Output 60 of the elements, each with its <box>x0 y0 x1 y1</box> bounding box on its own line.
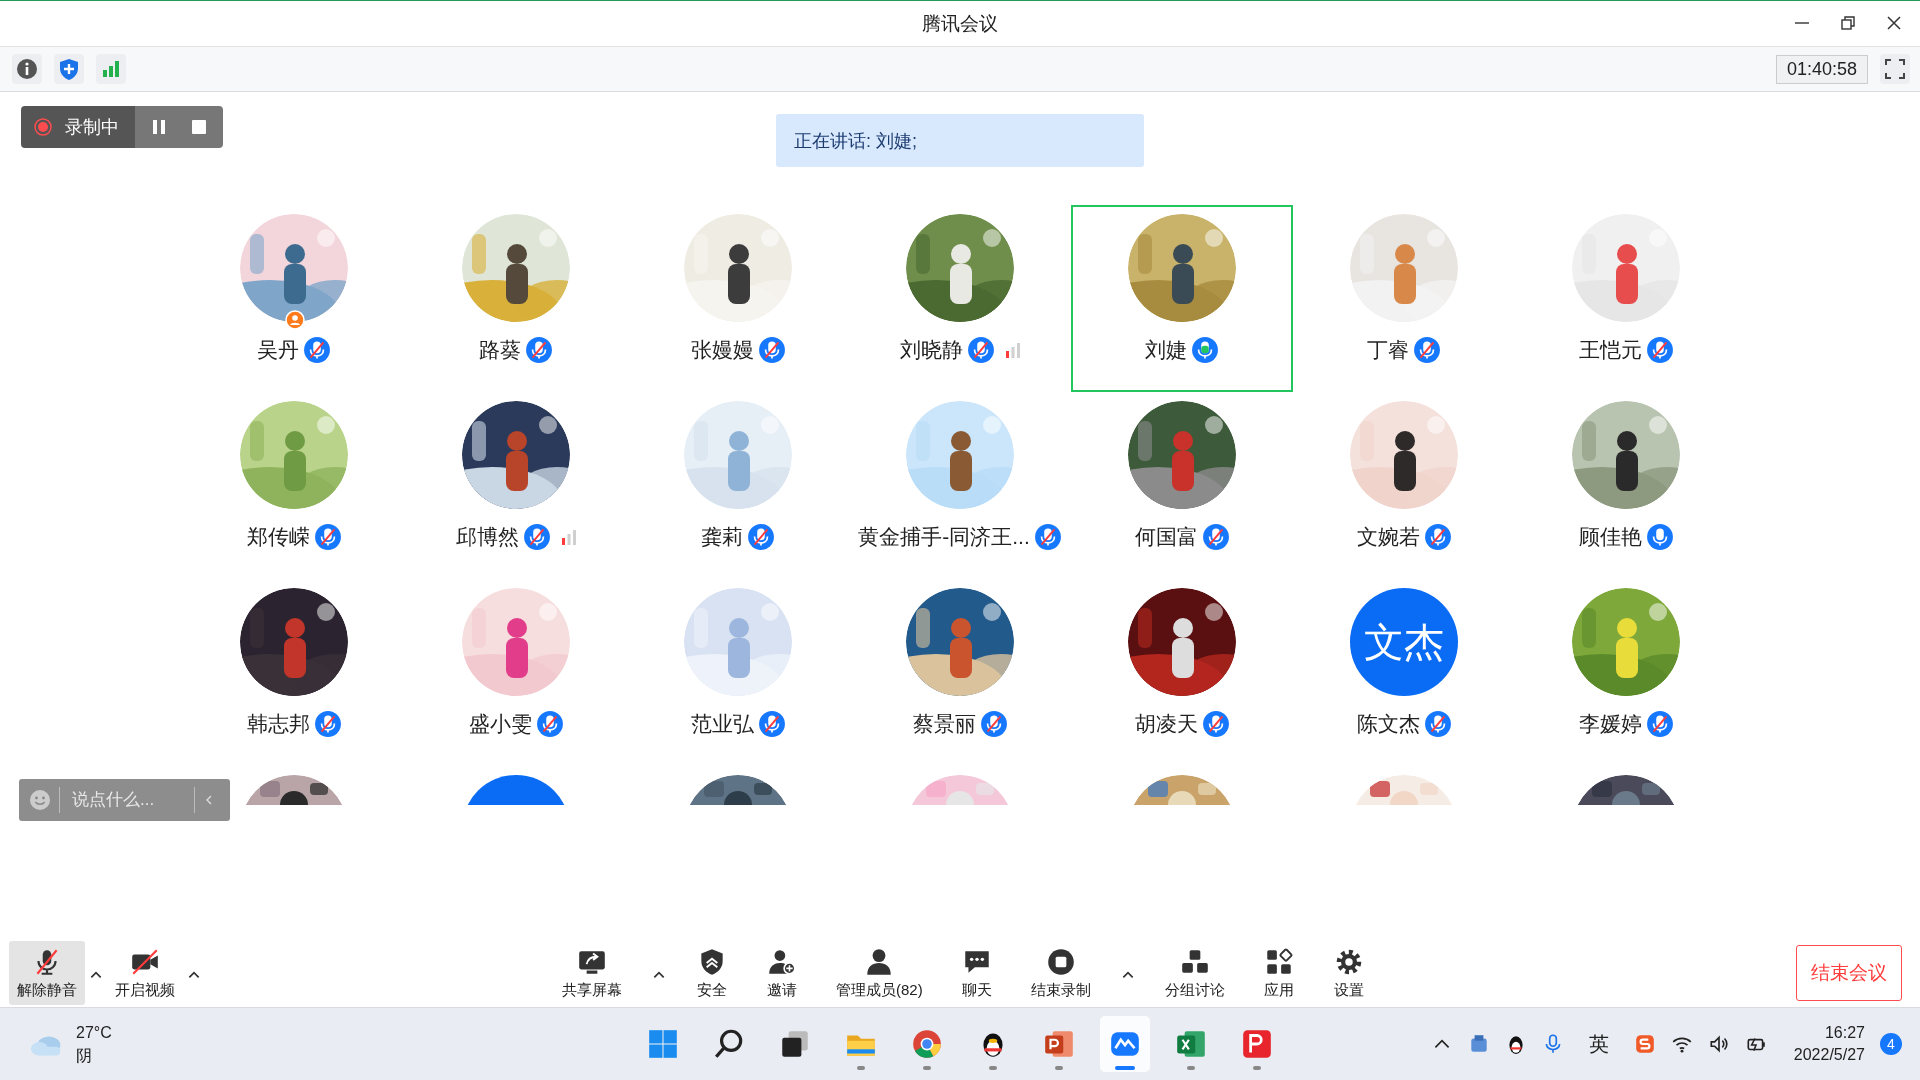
record-icon <box>33 117 53 137</box>
time: 16:27 <box>1824 1023 1865 1043</box>
input-method-indicator[interactable]: 英 <box>1588 1030 1609 1058</box>
start-icon <box>646 1027 680 1061</box>
participant-name: 顾佳艳 <box>1578 524 1642 550</box>
meeting-timer: 01:40:58 <box>1775 54 1868 84</box>
ime-logo-icon[interactable] <box>1633 1033 1656 1055</box>
participant-name: 丁睿 <box>1367 337 1409 363</box>
settings-button[interactable]: 设置 <box>1324 941 1373 1005</box>
video-button[interactable]: 开启视频 <box>107 941 183 1005</box>
participant-name: 范业弘 <box>690 711 754 737</box>
participant-name: 韩志邦 <box>246 711 310 737</box>
clock[interactable]: 16:27 2022/5/27 <box>1793 1022 1865 1066</box>
participant-name: 吴丹 <box>257 337 299 363</box>
recording-label: 录制中 <box>65 116 119 139</box>
participant-name: 龚莉 <box>701 524 743 550</box>
share-button[interactable]: 共享屏幕 <box>554 941 630 1005</box>
close-icon[interactable] <box>1886 15 1902 31</box>
stop-button[interactable]: 结束录制 <box>1022 941 1099 1005</box>
participant-name: 邱博然 <box>455 524 519 550</box>
participant-name: 路葵 <box>479 337 521 363</box>
participant-name: 王恺元 <box>1578 337 1642 363</box>
weather-condition: 阴 <box>76 1046 93 1066</box>
notification-badge[interactable]: 4 <box>1880 1033 1902 1055</box>
temperature: 27°C <box>76 1023 112 1043</box>
shield-button[interactable]: 安全 <box>688 941 736 1005</box>
participant-name: 黄金捕手-同济王... <box>858 524 1030 550</box>
volume-icon[interactable] <box>1707 1033 1730 1055</box>
participant-name: 文婉若 <box>1356 524 1420 550</box>
avatar: 文杰 <box>1350 588 1458 696</box>
stop-icon[interactable] <box>189 117 209 137</box>
shield-icon[interactable] <box>54 54 84 84</box>
participant-name: 李媛婷 <box>1578 711 1642 737</box>
members-button[interactable]: 管理成员(82) <box>828 941 931 1005</box>
participant-name: 郑传嵘 <box>246 524 310 550</box>
info-icon[interactable] <box>12 54 42 84</box>
speaking-banner: 正在讲话: 刘婕; <box>776 114 1144 167</box>
apps-button[interactable]: 应用 <box>1254 941 1303 1005</box>
date: 2022/5/27 <box>1793 1045 1865 1065</box>
participant-name: 胡凌天 <box>1134 711 1198 737</box>
invite-button[interactable]: 邀请 <box>758 941 806 1005</box>
chat-button[interactable]: 聊天 <box>952 941 1001 1005</box>
participant-name: 刘晓静 <box>899 337 963 363</box>
participant-name: 陈文杰 <box>1356 711 1420 737</box>
participant-name: 盛小雯 <box>468 711 532 737</box>
participant-name: 何国富 <box>1134 524 1198 550</box>
pdf-icon <box>1240 1027 1274 1061</box>
browser-icon <box>910 1027 944 1061</box>
participant-name: 蔡景丽 <box>912 711 976 737</box>
participant-name: 刘婕 <box>1145 337 1187 363</box>
chat-bar[interactable]: 说点什么... <box>19 779 230 821</box>
unmute-button[interactable]: 解除静音 <box>9 941 85 1005</box>
restore-icon[interactable] <box>1840 15 1856 31</box>
window-title: 腾讯会议 <box>922 11 998 36</box>
end-meeting-button[interactable]: 结束会议 <box>1796 945 1902 1001</box>
taskbar-meeting-button[interactable] <box>1100 1016 1150 1072</box>
groups-button[interactable]: 分组讨论 <box>1156 941 1233 1005</box>
participant-name: 张嫚嫚 <box>690 337 754 363</box>
chat-input[interactable]: 说点什么... <box>68 790 186 810</box>
fullscreen-icon[interactable] <box>1880 54 1910 84</box>
